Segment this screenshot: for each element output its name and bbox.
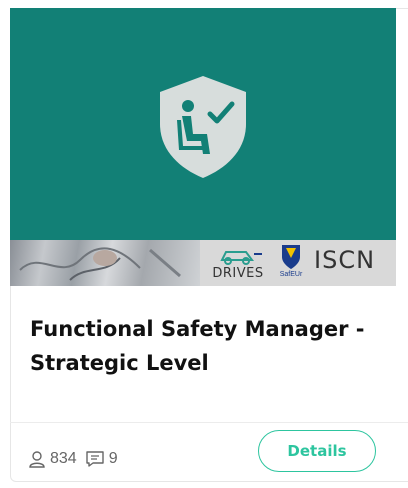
students-stat: 834 bbox=[28, 450, 77, 468]
drives-logo: DRIVES bbox=[206, 244, 270, 284]
iscn-logo: ISCN bbox=[314, 246, 376, 274]
course-thumbnail[interactable]: DRIVES SafEUr ISCN bbox=[10, 8, 396, 286]
safeur-logo-text: SafEUr bbox=[279, 271, 303, 278]
shield-person-check-icon bbox=[160, 76, 246, 178]
comments-stat: 9 bbox=[85, 450, 118, 468]
thumbnail-banner bbox=[10, 8, 396, 240]
card-divider bbox=[10, 422, 408, 423]
car-icon bbox=[220, 251, 262, 265]
students-count: 834 bbox=[50, 450, 77, 467]
partner-logo-strip: DRIVES SafEUr ISCN bbox=[10, 240, 396, 286]
comment-icon bbox=[86, 451, 104, 467]
course-title[interactable]: Functional Safety Manager - Strategic Le… bbox=[30, 312, 390, 380]
thumbnail-photo bbox=[10, 240, 200, 286]
user-icon bbox=[29, 451, 45, 468]
comments-count: 9 bbox=[108, 450, 118, 467]
safeur-shield-icon bbox=[282, 245, 300, 269]
drives-logo-text: DRIVES bbox=[212, 266, 264, 281]
safeur-logo: SafEUr bbox=[274, 242, 308, 284]
details-button[interactable]: Details bbox=[258, 430, 376, 472]
course-stats: 834 9 bbox=[28, 448, 126, 470]
